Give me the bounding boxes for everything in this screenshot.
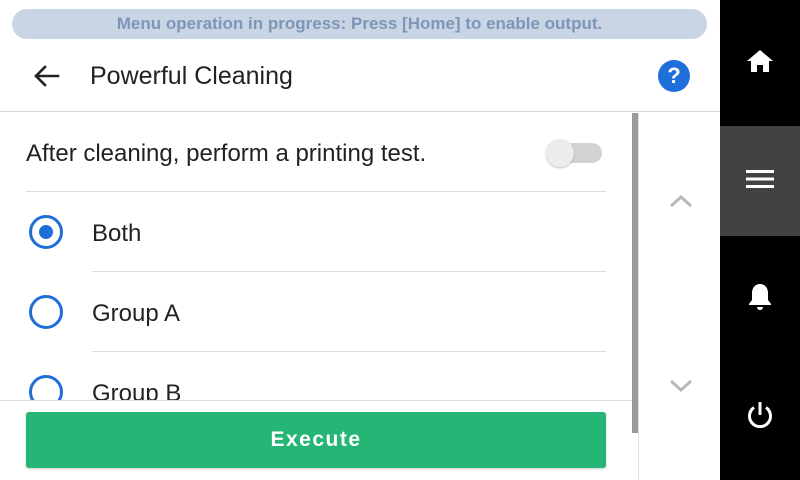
- menu-button[interactable]: [720, 126, 800, 236]
- radio-button[interactable]: [29, 295, 63, 329]
- power-button[interactable]: [720, 362, 800, 472]
- status-banner: Menu operation in progress: Press [Home]…: [12, 9, 707, 39]
- power-icon: [745, 400, 775, 435]
- chevron-up-icon: [668, 193, 694, 214]
- option-group-b[interactable]: Group B: [0, 352, 632, 400]
- home-icon: [745, 48, 775, 79]
- footer: Execute: [0, 400, 632, 480]
- status-banner-text: Menu operation in progress: Press [Home]…: [116, 14, 603, 33]
- print-test-toggle[interactable]: [546, 139, 602, 167]
- right-nav: [720, 0, 800, 480]
- print-test-label: After cleaning, perform a printing test.: [26, 140, 427, 167]
- radio-button[interactable]: [29, 375, 63, 400]
- settings-list: After cleaning, perform a printing test.…: [0, 113, 632, 400]
- help-glyph: ?: [667, 63, 681, 88]
- notifications-button[interactable]: [720, 244, 800, 354]
- bell-icon: [747, 282, 773, 317]
- scroll-down-button[interactable]: [661, 368, 701, 408]
- menu-icon: [746, 169, 774, 194]
- chevron-down-icon: [668, 378, 694, 399]
- header: Powerful Cleaning ?: [0, 44, 720, 112]
- radio-button-checked[interactable]: [29, 215, 63, 249]
- execute-button[interactable]: Execute: [26, 412, 606, 468]
- app-screen: Menu operation in progress: Press [Home]…: [0, 0, 800, 480]
- question-icon: ?: [658, 60, 690, 92]
- toggle-knob: [546, 139, 574, 167]
- page-title: Powerful Cleaning: [90, 62, 293, 90]
- help-button[interactable]: ?: [656, 58, 692, 94]
- scroll-controls: [638, 113, 720, 480]
- scroll-up-button[interactable]: [661, 183, 701, 223]
- arrow-left-icon: [32, 64, 60, 93]
- option-group-a[interactable]: Group A: [0, 272, 632, 352]
- option-label: Group B: [92, 380, 182, 400]
- option-label: Both: [92, 220, 142, 247]
- home-button[interactable]: [720, 8, 800, 118]
- print-test-setting: After cleaning, perform a printing test.: [0, 113, 632, 191]
- option-label: Group A: [92, 300, 181, 327]
- back-button[interactable]: [24, 58, 68, 98]
- option-both[interactable]: Both: [0, 192, 632, 272]
